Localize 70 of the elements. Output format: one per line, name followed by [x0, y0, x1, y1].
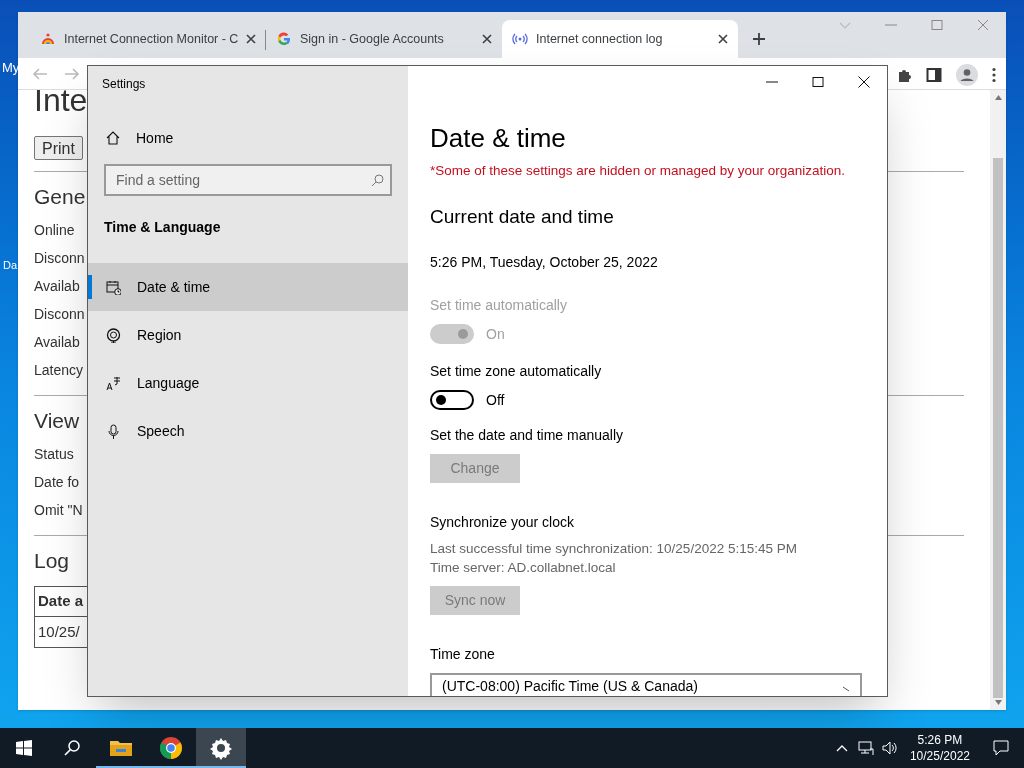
rainbow-icon [40, 31, 56, 47]
time-zone-dropdown[interactable]: (UTC-08:00) Pacific Time (US & Canada) [430, 673, 862, 696]
table-cell-text: 10/25/ [37, 621, 81, 642]
browser-tab[interactable]: Internet connection log [502, 20, 738, 58]
setting-label: Online [34, 221, 75, 240]
setting-label: Omit "N [34, 501, 83, 520]
scrollbar[interactable] [990, 90, 1006, 710]
globe-icon [106, 327, 121, 343]
current-date-time: 5:26 PM, Tuesday, October 25, 2022 [430, 252, 658, 272]
taskbar-app[interactable] [196, 728, 246, 768]
puzzle-icon[interactable] [896, 67, 912, 83]
close-icon[interactable] [482, 34, 492, 44]
language-icon [106, 375, 121, 391]
sync-info: Last successful time synchronization: 10/25/2022 5:15:45 PM [430, 540, 797, 558]
page-title: Date & time [430, 122, 566, 155]
setting-label: Set the date and time manually [430, 425, 623, 445]
close-icon[interactable] [718, 34, 728, 44]
search-icon [371, 174, 384, 187]
browser-tab[interactable]: Sign in - Google Accounts [266, 20, 502, 58]
nav-item[interactable]: Language [88, 359, 408, 407]
plus-icon[interactable] [752, 32, 766, 46]
nav-item[interactable]: Date & time [88, 263, 408, 311]
taskbar-clock[interactable]: 5:26 PM 10/25/2022 [901, 732, 978, 764]
setting-label: Set time automatically [430, 295, 567, 315]
close-icon[interactable] [246, 34, 257, 44]
browser-tab[interactable]: Internet Connection Monitor - C [30, 20, 266, 58]
signal-icon [512, 31, 528, 47]
sync-info: Time server: AD.collabnet.local [430, 559, 616, 577]
section-title: Current date and time [430, 205, 614, 230]
menu-icon[interactable] [992, 67, 996, 83]
google-g-icon [276, 31, 292, 47]
toggle-switch[interactable] [430, 390, 474, 411]
policy-notice: *Some of these settings are hidden or managed by your organization. [430, 162, 845, 180]
setting-label: Set time zone automatically [430, 361, 602, 381]
network-icon[interactable] [857, 740, 874, 756]
scroll-up-arrow-icon[interactable] [994, 95, 1002, 100]
scrollbar-thumb[interactable] [993, 158, 1003, 698]
chrome-icon [159, 736, 183, 760]
nav-item[interactable]: Speech [88, 407, 408, 455]
home-icon [106, 131, 120, 145]
speaker-icon[interactable] [881, 740, 898, 756]
sidebar-icon[interactable] [926, 67, 942, 83]
setting-label: Time zone [430, 645, 495, 665]
setting-label: Date fo [34, 473, 80, 492]
setting-label: Latency [34, 361, 84, 380]
gear-icon [209, 736, 233, 760]
calendar-icon [106, 279, 121, 295]
setting-label: Disconn [34, 249, 85, 268]
section-heading: View [34, 408, 80, 434]
microphone-icon [106, 423, 121, 439]
toggle-state: On [486, 324, 505, 344]
setting-label: Availab [34, 277, 80, 296]
desktop-icon-label[interactable]: My [2, 58, 20, 78]
setting-label: Synchronize your clock [430, 513, 574, 532]
print-button[interactable]: Print [34, 136, 83, 160]
section-heading: Log [34, 548, 70, 574]
scroll-down-arrow-icon[interactable] [994, 700, 1002, 705]
setting-label: Availab [34, 333, 80, 352]
category-heading: Time & Language [103, 218, 222, 237]
desktop-icon-label[interactable]: Da [3, 257, 18, 274]
window-title: Settings [101, 76, 147, 93]
setting-label: Disconn [34, 305, 85, 324]
chevron-up-icon[interactable] [835, 744, 848, 752]
nav-item[interactable]: Region [88, 311, 408, 359]
setting-label: Status [34, 445, 74, 464]
avatar-icon[interactable] [956, 64, 978, 86]
search-field[interactable]: Find a setting [104, 164, 392, 196]
home-nav-item[interactable]: Home [88, 114, 408, 162]
section-heading: Gene [34, 184, 86, 210]
toggle-state: Off [486, 390, 505, 410]
